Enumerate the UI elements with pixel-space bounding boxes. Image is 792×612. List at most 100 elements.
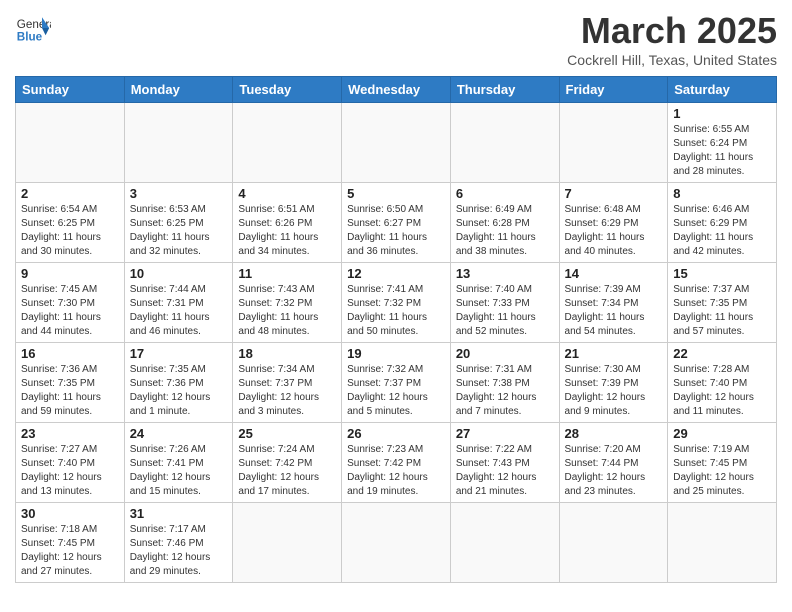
calendar-day-header: Friday [559,77,668,103]
day-info: Sunrise: 7:20 AM Sunset: 7:44 PM Dayligh… [565,443,663,499]
day-number: 17 [130,346,228,361]
day-info: Sunrise: 7:45 AM Sunset: 7:30 PM Dayligh… [21,283,119,339]
calendar-cell [233,503,342,583]
calendar-week-row: 16Sunrise: 7:36 AM Sunset: 7:35 PM Dayli… [16,343,777,423]
svg-text:Blue: Blue [17,31,43,44]
day-number: 7 [565,186,663,201]
day-info: Sunrise: 6:54 AM Sunset: 6:25 PM Dayligh… [21,203,119,259]
day-number: 28 [565,426,663,441]
day-info: Sunrise: 6:48 AM Sunset: 6:29 PM Dayligh… [565,203,663,259]
calendar-cell [559,503,668,583]
calendar-cell: 26 Sunrise: 7:23 AM Sunset: 7:42 PM Dayli… [342,423,451,503]
calendar-cell [450,103,559,183]
day-number: 24 [130,426,228,441]
day-info: Sunrise: 7:26 AM Sunset: 7:41 PM Dayligh… [130,443,228,499]
calendar-week-row: 23 Sunrise: 7:27 AM Sunset: 7:40 PM Dayli… [16,423,777,503]
day-info: Sunrise: 7:17 AM Sunset: 7:46 PM Dayligh… [130,523,228,579]
day-number: 14 [565,266,663,281]
calendar-cell: 6Sunrise: 6:49 AM Sunset: 6:28 PM Daylig… [450,183,559,263]
day-info: Sunrise: 7:30 AM Sunset: 7:39 PM Dayligh… [565,363,663,419]
calendar-cell: 31 Sunrise: 7:17 AM Sunset: 7:46 PM Dayli… [124,503,233,583]
day-number: 21 [565,346,663,361]
page: General Blue March 2025 Cockrell Hill, T… [0,0,792,593]
day-info: Sunrise: 7:41 AM Sunset: 7:32 PM Dayligh… [347,283,445,339]
generalblue-logo-icon: General Blue [15,10,51,46]
calendar-cell: 22Sunrise: 7:28 AM Sunset: 7:40 PM Dayli… [668,343,777,423]
title-block: March 2025 Cockrell Hill, Texas, United … [567,10,777,68]
day-number: 26 [347,426,445,441]
day-info: Sunrise: 7:34 AM Sunset: 7:37 PM Dayligh… [238,363,336,419]
day-info: Sunrise: 7:27 AM Sunset: 7:40 PM Dayligh… [21,443,119,499]
day-number: 11 [238,266,336,281]
calendar-cell: 21 Sunrise: 7:30 AM Sunset: 7:39 PM Dayli… [559,343,668,423]
calendar-cell: 25 Sunrise: 7:24 AM Sunset: 7:42 PM Dayli… [233,423,342,503]
day-number: 19 [347,346,445,361]
day-info: Sunrise: 6:50 AM Sunset: 6:27 PM Dayligh… [347,203,445,259]
calendar-cell: 1Sunrise: 6:55 AM Sunset: 6:24 PM Daylig… [668,103,777,183]
calendar-cell: 3 Sunrise: 6:53 AM Sunset: 6:25 PM Daylig… [124,183,233,263]
calendar-cell: 9 Sunrise: 7:45 AM Sunset: 7:30 PM Daylig… [16,263,125,343]
calendar-day-header: Tuesday [233,77,342,103]
calendar-cell: 19 Sunrise: 7:32 AM Sunset: 7:37 PM Dayli… [342,343,451,423]
calendar-cell: 16Sunrise: 7:36 AM Sunset: 7:35 PM Dayli… [16,343,125,423]
calendar-cell: 20Sunrise: 7:31 AM Sunset: 7:38 PM Dayli… [450,343,559,423]
calendar-cell [124,103,233,183]
calendar-cell: 13 Sunrise: 7:40 AM Sunset: 7:33 PM Dayli… [450,263,559,343]
calendar-cell: 15Sunrise: 7:37 AM Sunset: 7:35 PM Dayli… [668,263,777,343]
calendar-day-header: Thursday [450,77,559,103]
calendar-cell [559,103,668,183]
day-number: 9 [21,266,119,281]
day-info: Sunrise: 6:53 AM Sunset: 6:25 PM Dayligh… [130,203,228,259]
calendar-cell: 4 Sunrise: 6:51 AM Sunset: 6:26 PM Daylig… [233,183,342,263]
calendar-day-header: Wednesday [342,77,451,103]
day-info: Sunrise: 7:18 AM Sunset: 7:45 PM Dayligh… [21,523,119,579]
day-info: Sunrise: 6:49 AM Sunset: 6:28 PM Dayligh… [456,203,554,259]
day-info: Sunrise: 7:23 AM Sunset: 7:42 PM Dayligh… [347,443,445,499]
calendar-cell: 12Sunrise: 7:41 AM Sunset: 7:32 PM Dayli… [342,263,451,343]
day-info: Sunrise: 6:46 AM Sunset: 6:29 PM Dayligh… [673,203,771,259]
day-number: 16 [21,346,119,361]
header: General Blue March 2025 Cockrell Hill, T… [15,10,777,68]
calendar-week-row: 1Sunrise: 6:55 AM Sunset: 6:24 PM Daylig… [16,103,777,183]
calendar-table: SundayMondayTuesdayWednesdayThursdayFrid… [15,76,777,583]
calendar-cell: 5 Sunrise: 6:50 AM Sunset: 6:27 PM Daylig… [342,183,451,263]
day-number: 29 [673,426,771,441]
day-number: 23 [21,426,119,441]
day-info: Sunrise: 7:32 AM Sunset: 7:37 PM Dayligh… [347,363,445,419]
day-info: Sunrise: 6:51 AM Sunset: 6:26 PM Dayligh… [238,203,336,259]
day-number: 4 [238,186,336,201]
calendar-cell: 11Sunrise: 7:43 AM Sunset: 7:32 PM Dayli… [233,263,342,343]
day-number: 18 [238,346,336,361]
calendar-cell [450,503,559,583]
calendar-cell [233,103,342,183]
calendar-day-header: Saturday [668,77,777,103]
day-number: 13 [456,266,554,281]
day-number: 30 [21,506,119,521]
calendar-cell [16,103,125,183]
day-number: 10 [130,266,228,281]
day-number: 25 [238,426,336,441]
calendar-day-header: Sunday [16,77,125,103]
day-number: 5 [347,186,445,201]
calendar-header-row: SundayMondayTuesdayWednesdayThursdayFrid… [16,77,777,103]
calendar-cell [668,503,777,583]
calendar-cell [342,103,451,183]
calendar-cell: 29Sunrise: 7:19 AM Sunset: 7:45 PM Dayli… [668,423,777,503]
calendar-cell: 24 Sunrise: 7:26 AM Sunset: 7:41 PM Dayli… [124,423,233,503]
day-info: Sunrise: 7:39 AM Sunset: 7:34 PM Dayligh… [565,283,663,339]
calendar-cell [342,503,451,583]
day-number: 3 [130,186,228,201]
calendar-cell: 27Sunrise: 7:22 AM Sunset: 7:43 PM Dayli… [450,423,559,503]
day-number: 22 [673,346,771,361]
day-info: Sunrise: 7:40 AM Sunset: 7:33 PM Dayligh… [456,283,554,339]
day-info: Sunrise: 7:37 AM Sunset: 7:35 PM Dayligh… [673,283,771,339]
calendar-day-header: Monday [124,77,233,103]
calendar-cell: 10Sunrise: 7:44 AM Sunset: 7:31 PM Dayli… [124,263,233,343]
day-info: Sunrise: 7:35 AM Sunset: 7:36 PM Dayligh… [130,363,228,419]
day-number: 31 [130,506,228,521]
calendar-cell: 30 Sunrise: 7:18 AM Sunset: 7:45 PM Dayli… [16,503,125,583]
day-info: Sunrise: 7:24 AM Sunset: 7:42 PM Dayligh… [238,443,336,499]
calendar-cell: 28 Sunrise: 7:20 AM Sunset: 7:44 PM Dayli… [559,423,668,503]
day-info: Sunrise: 7:31 AM Sunset: 7:38 PM Dayligh… [456,363,554,419]
day-info: Sunrise: 6:55 AM Sunset: 6:24 PM Dayligh… [673,123,771,179]
